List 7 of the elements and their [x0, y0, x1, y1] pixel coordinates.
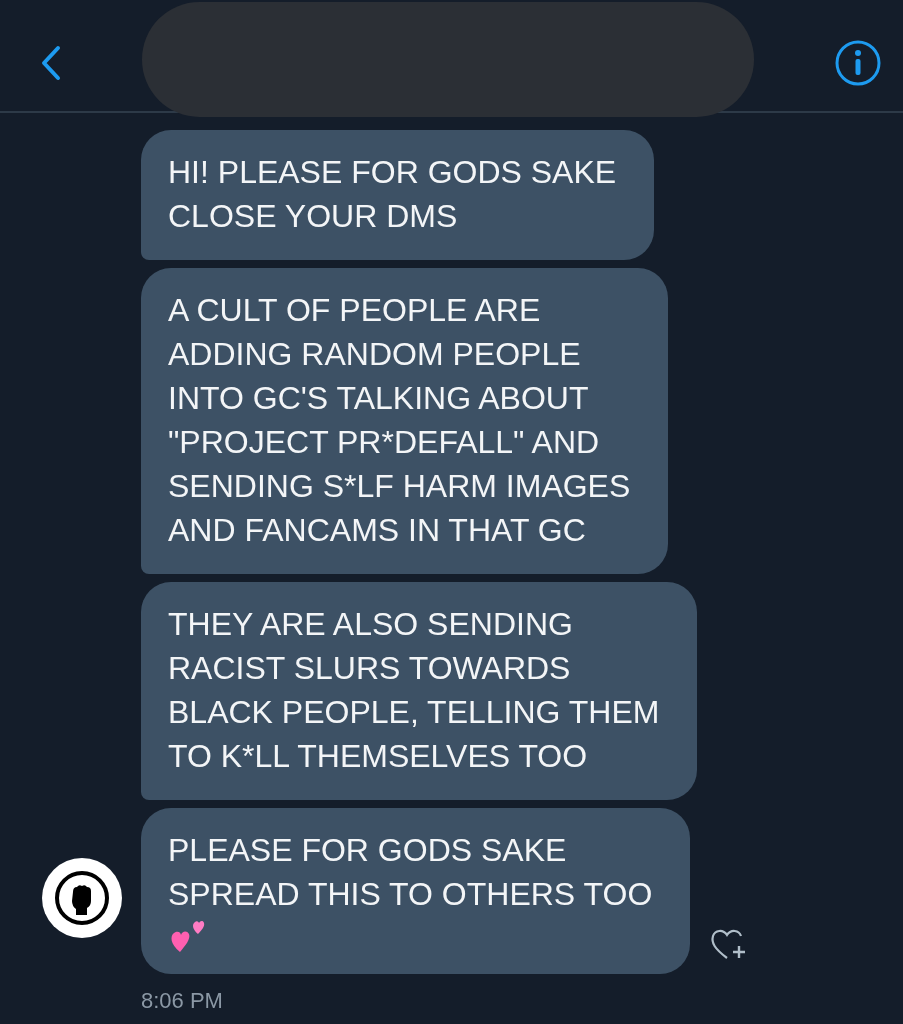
message-text: A CULT OF PEOPLE ARE ADDING RANDOM PEOPLE INTO GC'S TALKING ABOUT "PROJECT PR*DEFALL" AND SENDING S*LF HARM IMAGES AND FANCAMS IN THAT GC	[168, 291, 631, 550]
back-icon[interactable]	[40, 44, 62, 81]
message-timestamp: 8:06 PM	[141, 988, 224, 1014]
message-text: THEY ARE ALSO SENDING RACIST SLURS TOWARDS BLACK PEOPLE, TELLING THEM TO K*LL THEMSELVES TOO	[168, 605, 660, 776]
info-icon[interactable]	[834, 38, 882, 87]
message-text: PLEASE FOR GODS SAKE SPREAD THIS TO OTHERS TOO	[168, 831, 653, 914]
message-text: HI! PLEASE FOR GODS SAKE CLOSE YOUR DMS	[168, 153, 617, 236]
